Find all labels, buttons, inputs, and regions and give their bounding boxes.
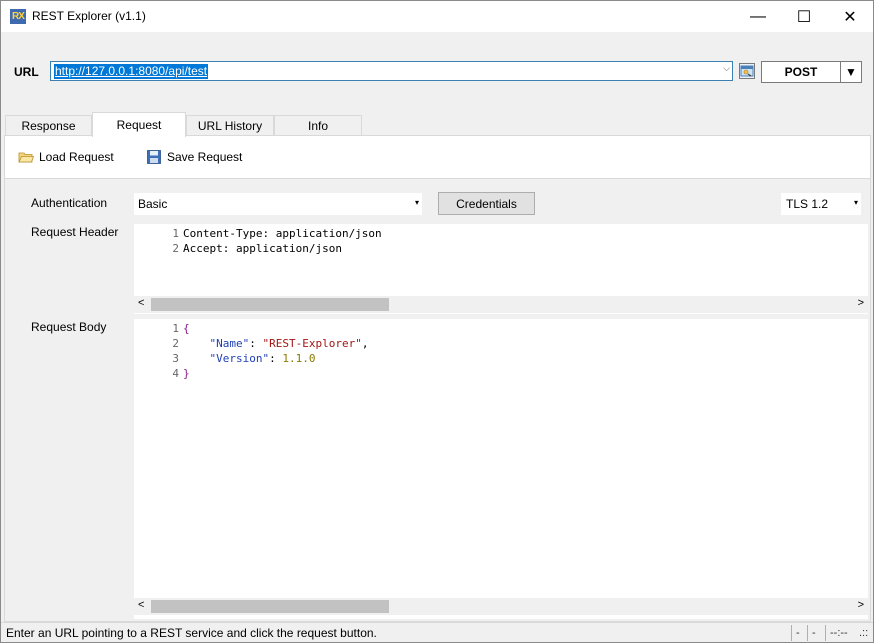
request-body-label: Request Body [31, 320, 107, 334]
code-line: 1 Content-Type: application/json [134, 226, 382, 241]
header-horizontal-scrollbar[interactable]: < > [134, 296, 868, 313]
code-line: 3 "Version": 1.1.0 [134, 351, 368, 366]
json-number-value: 1.1.0 [282, 352, 316, 365]
tab-response[interactable]: Response [5, 115, 92, 136]
send-request-button[interactable]: POST [761, 61, 841, 83]
status-cell-time: --:-- [825, 625, 848, 641]
line-text: Accept: application/json [183, 242, 342, 255]
tls-version-value: TLS 1.2 [786, 197, 829, 211]
line-text: Content-Type: application/json [183, 227, 382, 240]
load-request-label: Load Request [39, 150, 114, 164]
json-key: "Name" [209, 337, 250, 350]
code-line: 4} [134, 366, 368, 381]
credentials-button[interactable]: Credentials [438, 192, 535, 215]
title-bar[interactable]: RX REST Explorer (v1.1) — ☐ ✕ [1, 1, 873, 32]
url-input[interactable]: http://127.0.0.1:8080/api/test ⌵ [50, 61, 733, 81]
line-number: 2 [172, 337, 179, 350]
line-number: 1 [172, 227, 179, 240]
status-cell-1: - [791, 625, 800, 641]
status-bar: Enter an URL pointing to a REST service … [1, 622, 873, 642]
tab-bar: Response Request URL History Info [1, 112, 873, 137]
json-separator: : [269, 352, 283, 365]
body-code: 1{ 2 "Name": "REST-Explorer", 3 "Version… [134, 321, 368, 381]
method-dropdown-button[interactable]: ▼ [840, 61, 862, 83]
url-label: URL [14, 65, 39, 79]
line-number: 3 [172, 352, 179, 365]
request-body-editor[interactable]: 1{ 2 "Name": "REST-Explorer", 3 "Version… [134, 319, 868, 619]
json-separator: : [249, 337, 263, 350]
line-content: "Version": 1.1.0 [179, 351, 316, 366]
line-number: 1 [172, 322, 179, 335]
authentication-select[interactable]: Basic ▾ [134, 193, 422, 215]
code-line: 2 "Name": "REST-Explorer", [134, 336, 368, 351]
scroll-left-icon[interactable]: < [138, 297, 144, 309]
json-string-value: "REST-Explorer" [262, 337, 362, 350]
minimize-button[interactable]: — [735, 1, 781, 32]
tab-request[interactable]: Request [92, 112, 186, 137]
request-header-editor[interactable]: 1 Content-Type: application/json 2 Accept:… [134, 224, 868, 314]
body-horizontal-scrollbar[interactable]: < > [134, 598, 868, 615]
load-request-button[interactable]: Load Request [18, 150, 114, 164]
url-row: URL http://127.0.0.1:8080/api/test ⌵ POS… [1, 32, 873, 112]
chevron-down-icon[interactable]: ⌵ [723, 63, 730, 74]
close-button[interactable]: ✕ [827, 1, 873, 32]
header-code: 1 Content-Type: application/json 2 Accept:… [134, 226, 382, 256]
save-request-label: Save Request [167, 150, 243, 164]
tab-info[interactable]: Info [274, 115, 362, 136]
window-title: REST Explorer (v1.1) [32, 9, 146, 23]
app-window: RX REST Explorer (v1.1) — ☐ ✕ URL http:/… [0, 0, 874, 643]
maximize-button[interactable]: ☐ [781, 1, 827, 32]
scroll-right-icon[interactable]: > [858, 599, 864, 611]
open-browser-icon[interactable] [739, 63, 755, 79]
json-key: "Version" [209, 352, 270, 365]
line-text: { [183, 322, 190, 335]
line-number: 2 [172, 242, 179, 255]
scroll-right-icon[interactable]: > [858, 297, 864, 309]
json-comma: , [361, 337, 369, 350]
request-header-label: Request Header [31, 225, 119, 239]
line-text: } [183, 367, 190, 380]
tls-version-select[interactable]: TLS 1.2 ▾ [781, 193, 861, 215]
status-message: Enter an URL pointing to a REST service … [6, 626, 377, 640]
dropdown-arrow-icon[interactable]: ▾ [415, 198, 419, 207]
authentication-label: Authentication [31, 196, 108, 210]
status-cell-2: - [807, 625, 816, 641]
tab-url-history[interactable]: URL History [186, 115, 274, 136]
code-line: 2 Accept: application/json [134, 241, 382, 256]
resize-grip-icon[interactable]: .:: [855, 625, 868, 641]
url-value[interactable]: http://127.0.0.1:8080/api/test [54, 64, 209, 79]
scrollbar-thumb[interactable] [151, 600, 389, 613]
save-request-button[interactable]: Save Request [146, 150, 242, 164]
scroll-left-icon[interactable]: < [138, 599, 144, 611]
app-logo-icon: RX [10, 9, 26, 24]
line-number: 4 [172, 367, 179, 380]
floppy-disk-icon [146, 150, 162, 164]
request-toolbar: Load Request Save Request [5, 136, 870, 179]
folder-open-icon [18, 150, 35, 164]
dropdown-arrow-icon[interactable]: ▾ [854, 198, 858, 207]
line-content: "Name": "REST-Explorer", [179, 336, 369, 351]
request-panel: Load Request Save Request Authentication… [4, 135, 871, 622]
code-line: 1{ [134, 321, 368, 336]
scrollbar-thumb[interactable] [151, 298, 389, 311]
authentication-value: Basic [138, 197, 168, 211]
